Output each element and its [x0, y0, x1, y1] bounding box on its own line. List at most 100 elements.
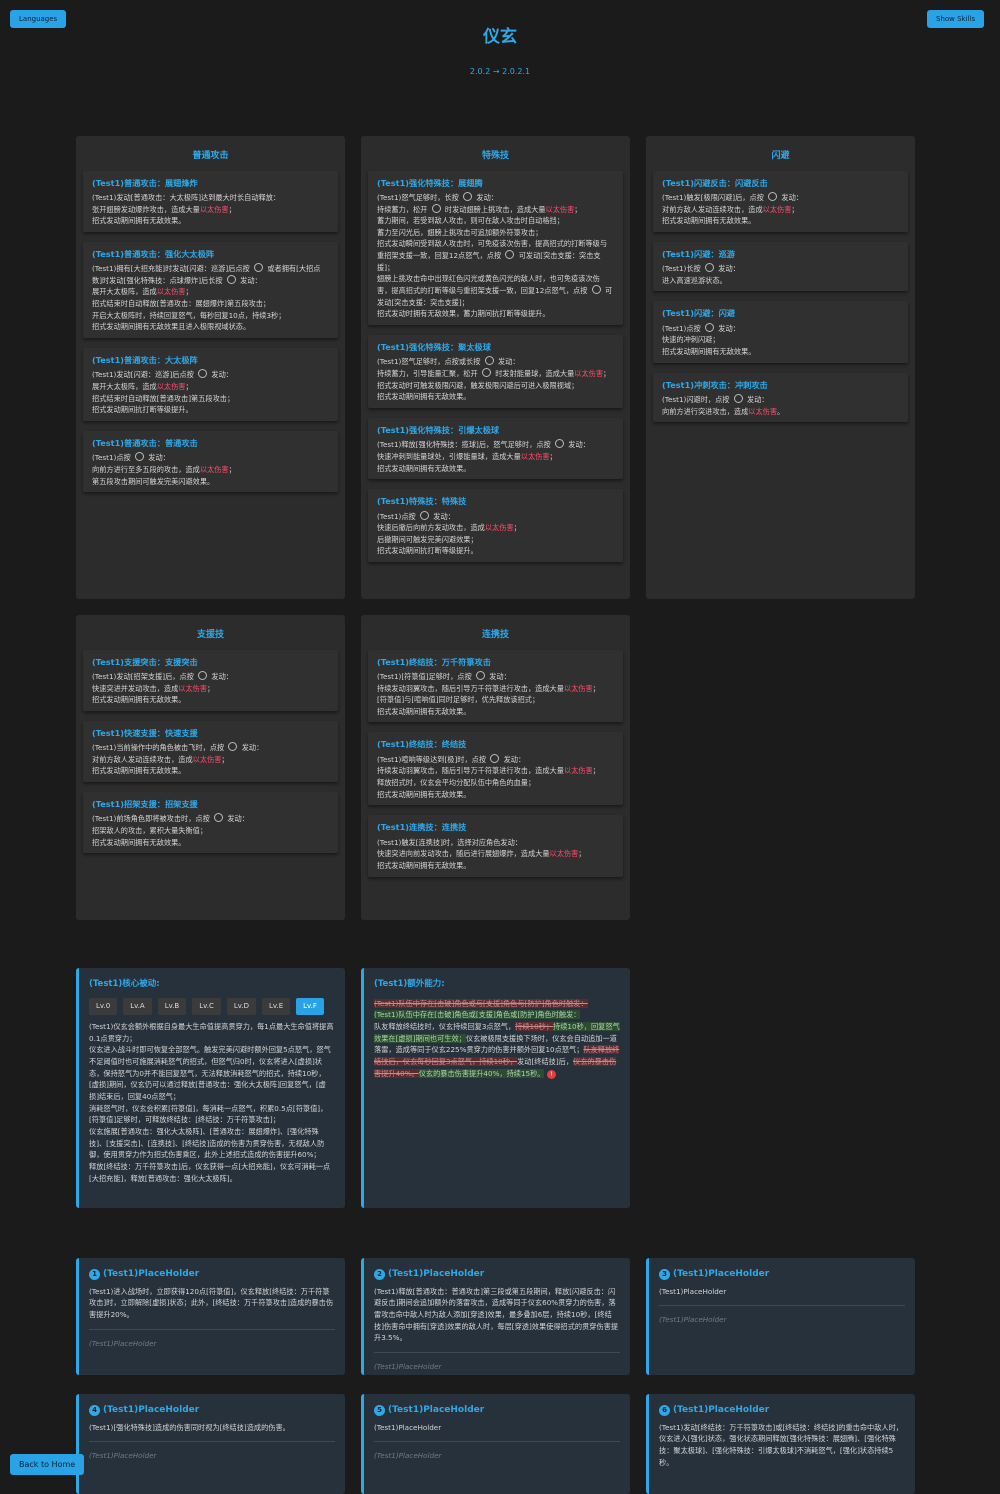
number-badge-icon: 1	[89, 1269, 100, 1280]
placeholder-title-text: (Test1)PlaceHolder	[103, 1269, 200, 1279]
diff-removed-text: 持续10秒；	[515, 1022, 554, 1032]
skill-card: (Test1)冲刺攻击：冲刺攻击 (Test1)闪避时，点按 发动： 向前方进行突…	[653, 372, 908, 423]
skill-description: (Test1)当前操作中的角色被击飞时，点按 发动： 对前方敌人发动连续攻击，造…	[92, 742, 264, 776]
placeholder-body: (Test1)[强化特殊技]造成的伤害同时视为[终结技]造成的伤害。	[89, 1422, 290, 1432]
skill-name: (Test1)强化特殊技：引爆太极球	[377, 424, 500, 435]
number-badge-icon: 2	[374, 1269, 385, 1280]
skill-card: (Test1)快速支援：快速支援 (Test1)当前操作中的角色被击飞时，点按 发…	[83, 720, 338, 783]
button-prompt-icon	[505, 250, 515, 260]
skill-description: (Test1)闪避时，点按 发动： 向前方进行突进攻击，造成以太伤害。	[662, 393, 785, 416]
skill-card: (Test1)闪避：巡游 (Test1)长按 发动： 进入高速巡游状态。	[653, 241, 908, 292]
skill-card: (Test1)特殊技：特殊技 (Test1)点按 发动： 快速后撤后向前方发动攻击…	[368, 489, 623, 563]
button-prompt-icon	[490, 753, 500, 763]
placeholder-body: (Test1)PlaceHolder	[659, 1286, 727, 1296]
skill-description: (Test1)释放[强化特殊技：揽球]后，怒气足够时，点按 发动： 快速冲刺到能…	[377, 439, 590, 473]
skill-description: (Test1)前场角色即将被攻击时，点按 发动： 招架敌人的攻击，累积大量失衡值…	[92, 813, 249, 847]
button-prompt-icon	[431, 203, 441, 213]
skill-card: (Test1)招架支援：招架支援 (Test1)前场角色即将被攻击时，点按 发动：…	[83, 792, 338, 854]
number-badge-icon: 4	[89, 1405, 100, 1416]
damage-type-highlight: 以太伤害	[178, 683, 208, 693]
button-prompt-icon	[198, 369, 208, 379]
level-tab-lv-e[interactable]: Lv.E	[261, 997, 291, 1016]
skill-name: (Test1)普通攻击：强化大太极阵	[92, 248, 215, 259]
level-tab-lv-f[interactable]: Lv.F	[296, 997, 324, 1016]
skill-name: (Test1)普通攻击：大太极阵	[92, 355, 198, 366]
button-prompt-icon	[420, 510, 429, 520]
panel-title: 普通攻击	[192, 151, 229, 161]
level-tab-lv-d[interactable]: Lv.D	[226, 997, 256, 1016]
damage-type-highlight: 以太伤害	[199, 464, 229, 474]
placeholder-card: 6 (Test1)PlaceHolder (Test1)发动[终结技：万千符箓攻击]…	[646, 1394, 915, 1494]
placeholder-card: 1 (Test1)PlaceHolder (Test1)进入战场时，立即获得120点…	[76, 1258, 345, 1375]
placeholder-footer: (Test1)PlaceHolder	[374, 1351, 620, 1373]
placeholder-card: 3 (Test1)PlaceHolder (Test1)PlaceHolder (Te…	[646, 1258, 915, 1375]
skill-card: (Test1)普通攻击：强化大太极阵 (Test1)拥有[大招充能]时发动[闪避：…	[83, 241, 338, 339]
button-prompt-icon	[481, 368, 491, 378]
skill-card: (Test1)终结技：万千符箓攻击 (Test1)[符箓值]足够时，点按 发动： …	[368, 649, 623, 723]
skill-name: (Test1)特殊技：特殊技	[377, 496, 467, 507]
button-prompt-icon	[135, 452, 144, 462]
skill-card: (Test1)连携技：连携技 (Test1)触发[连携技]时，选择对应角色发动： …	[368, 815, 623, 877]
skill-card: (Test1)强化特殊技：聚太极球 (Test1)怒气足够时，点按或长按 发动： …	[368, 335, 623, 408]
level-tab-lv-0[interactable]: Lv.0	[89, 997, 118, 1016]
core-passive-desc: (Test1)仪玄会额外根据自身最大生命值提高贯穿力，每1点最大生命值将提高0.…	[89, 1022, 334, 1183]
damage-type-highlight: 以太伤害	[549, 849, 579, 859]
placeholder-footer: (Test1)PlaceHolder	[89, 1328, 335, 1350]
placeholder-body: (Test1)释放[普通攻击：普通攻击]第三段或第五段期间，释放[闪避反击：闪避…	[374, 1286, 619, 1343]
placeholder-title-text: (Test1)PlaceHolder	[103, 1405, 200, 1415]
button-prompt-icon	[591, 285, 601, 295]
placeholder-card: 2 (Test1)PlaceHolder (Test1)释放[普通攻击：普通攻击]第…	[361, 1258, 630, 1375]
damage-type-highlight: 以太伤害	[192, 754, 222, 764]
placeholder-title: 2 (Test1)PlaceHolder	[374, 1267, 620, 1282]
button-prompt-icon	[198, 670, 208, 680]
info-icon[interactable]: !	[546, 1069, 556, 1079]
skill-name: (Test1)闪避：闪避	[662, 308, 735, 319]
diff-added-text: (Test1)队伍中存在[击破]角色或[支援]角色或[防护]角色时触发：	[374, 1010, 581, 1020]
skill-description: (Test1)怒气足够时，长按 发动： 持续蓄力，松开 时发动翅膀上挑攻击，造成…	[377, 191, 613, 319]
panel-title: 特殊技	[481, 151, 509, 161]
placeholder-body: (Test1)进入战场时，立即获得120点[符箓值]，仪玄释放[终结技：万千符箓…	[89, 1286, 334, 1319]
back-to-home-button[interactable]: Back to Home	[10, 1454, 85, 1475]
level-tab-lv-c[interactable]: Lv.C	[192, 997, 221, 1016]
number-badge-icon: 3	[659, 1269, 670, 1280]
skill-name: (Test1)普通攻击：展翅烽炸	[92, 177, 198, 188]
panel-title: 闪避	[771, 151, 790, 161]
chain-panel: 连携技 (Test1)终结技：万千符箓攻击 (Test1)[符箓值]足够时，点按 发…	[361, 615, 630, 920]
placeholder-body: (Test1)PlaceHolder	[374, 1422, 442, 1432]
level-tab-lv-b[interactable]: Lv.B	[157, 997, 187, 1016]
button-prompt-icon	[214, 813, 224, 823]
button-prompt-icon	[733, 393, 743, 403]
skill-card: (Test1)强化特殊技：引爆太极球 (Test1)释放[强化特殊技：揽球]后，怒…	[368, 417, 623, 480]
damage-type-highlight: 以太伤害	[762, 204, 792, 214]
placeholder-title: 3 (Test1)PlaceHolder	[659, 1267, 905, 1282]
placeholder-title: 1 (Test1)PlaceHolder	[89, 1267, 335, 1282]
damage-type-highlight: 以太伤害	[748, 406, 778, 416]
level-tab-lv-a[interactable]: Lv.A	[123, 997, 152, 1016]
skill-description: (Test1)触发[极限闪避]后，点按 发动： 对前方敌人发动连续攻击，造成以太…	[662, 191, 803, 226]
skill-description: (Test1)触发[连携技]时，选择对应角色发动： 快速突进向前发动攻击，随后进…	[377, 837, 586, 870]
skill-name: (Test1)招架支援：招架支援	[92, 799, 198, 810]
extra-text: 发动[终结技]后，	[517, 1057, 574, 1067]
damage-type-highlight: 以太伤害	[156, 287, 186, 297]
button-prompt-icon	[463, 191, 473, 201]
button-prompt-icon	[254, 263, 264, 273]
damage-type-highlight: 以太伤害	[520, 451, 550, 461]
skill-description: (Test1)喧响等级达到[极]时，点按 发动： 持续发动羽翼攻击，随后引导万千…	[377, 753, 600, 799]
skill-name: (Test1)强化特殊技：聚太极球	[377, 342, 491, 353]
skill-name: (Test1)终结技：万千符箓攻击	[377, 656, 491, 667]
skill-card: (Test1)闪避：闪避 (Test1)点按 发动： 快速的冲刺闪避； 招式发动期…	[653, 301, 908, 363]
placeholder-title-text: (Test1)PlaceHolder	[673, 1405, 770, 1415]
placeholder-body: (Test1)发动[终结技：万千符箓攻击]或[终结技：终结技]的重击命中敌人时，…	[659, 1422, 903, 1467]
damage-type-highlight: 以太伤害	[156, 381, 186, 391]
number-badge-icon: 6	[659, 1405, 670, 1416]
extra-ability-desc: (Test1)队伍中存在[击破]角色或与[支援]角色与[防护]角色时触发： (T…	[374, 998, 620, 1080]
placeholder-title-text: (Test1)PlaceHolder	[388, 1405, 485, 1415]
button-prompt-icon	[484, 356, 494, 366]
skill-name: (Test1)支援突击：支援突击	[92, 656, 198, 667]
diff-removed-text: (Test1)队伍中存在[击破]角色或与[支援]角色与[防护]角色时触发：	[374, 998, 588, 1008]
skill-description: (Test1)发动[招架支援]后，点按 发动： 快速突进并发动攻击，造成以太伤害…	[92, 670, 233, 705]
damage-type-highlight: 以太伤害	[545, 204, 575, 214]
skill-card: (Test1)闪避反击：闪避反击 (Test1)触发[极限闪避]后，点按 发动： …	[653, 170, 908, 232]
button-prompt-icon	[705, 322, 714, 332]
skill-name: (Test1)冲刺攻击：冲刺攻击	[662, 379, 768, 390]
